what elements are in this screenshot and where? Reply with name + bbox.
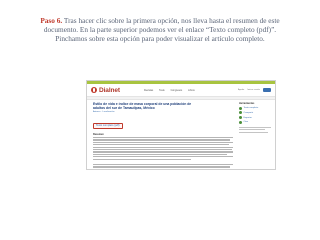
sidebar-text: [239, 126, 271, 133]
authors-line[interactable]: Autores · Localización: [93, 111, 233, 113]
text-line: [239, 131, 268, 133]
text-line: [93, 168, 233, 169]
sidebar-item[interactable]: Compartir: [239, 111, 271, 115]
text-line: [93, 144, 229, 146]
fulltext-pdf-link[interactable]: Texto completo (pdf): [93, 122, 123, 129]
dialnet-logo[interactable]: Dialnet: [91, 87, 120, 94]
nav-item[interactable]: Libros: [188, 89, 195, 92]
document-title: Estilo de vida e índice de masa corporal…: [93, 102, 192, 110]
text-line: [93, 156, 233, 158]
dialnet-screenshot: Dialnet Revistas Tesis Congresos Libros …: [86, 80, 276, 170]
caption-line-2: documento. En la parte superior podemos …: [43, 25, 277, 35]
text-line: [239, 126, 271, 129]
quote-icon: [239, 120, 242, 124]
text-line: [239, 129, 265, 131]
login-link[interactable]: Iniciar sesión: [247, 89, 260, 91]
sidebar-title: Herramientas: [239, 102, 255, 105]
help-link[interactable]: Ayuda: [238, 89, 244, 91]
nav-item[interactable]: Revistas: [144, 89, 153, 92]
sidebar-item-label: Citar: [243, 121, 249, 124]
caption-line-1: Tras hacer clic sobre la primera opción,…: [62, 16, 280, 25]
sub-navigation: [87, 96, 275, 100]
instruction-caption: Paso 6. Tras hacer clic sobre la primera…: [6, 16, 314, 44]
sidebar-item[interactable]: Texto completo: [239, 106, 271, 110]
tools-sidebar: Herramientas Texto completo Compartir Ex…: [239, 102, 271, 134]
text-line: [93, 146, 233, 148]
text-line: [93, 166, 231, 168]
search-button[interactable]: [263, 88, 271, 92]
abstract-label: Resumen: [93, 133, 104, 136]
sidebar-item-label: Exportar: [243, 116, 252, 119]
site-header: Dialnet Revistas Tesis Congresos Libros …: [87, 84, 275, 96]
share-icon: [239, 111, 242, 115]
sidebar-item[interactable]: Citar: [239, 120, 271, 124]
sidebar-item-label: Texto completo: [243, 107, 259, 109]
text-line: [93, 163, 233, 166]
top-links: Ayuda Iniciar sesión: [238, 89, 260, 91]
sidebar-item-label: Compartir: [243, 111, 254, 114]
text-line: [93, 141, 233, 144]
sidebar-item[interactable]: Exportar: [239, 116, 271, 120]
main-nav: Revistas Tesis Congresos Libros: [144, 89, 195, 92]
logo-icon: [91, 87, 97, 93]
text-line: [93, 158, 191, 160]
step-label: Paso 6.: [40, 16, 63, 25]
abstract-text: [93, 137, 233, 169]
logo-text: Dialnet: [99, 86, 120, 94]
export-icon: [239, 116, 242, 120]
nav-item[interactable]: Congresos: [171, 89, 183, 92]
nav-item[interactable]: Tesis: [159, 89, 164, 92]
text-line: [93, 137, 233, 139]
text-line: [93, 139, 231, 141]
text-line: [93, 148, 232, 151]
pdf-icon: [239, 106, 242, 110]
text-line: [93, 151, 233, 153]
document-detail: Estilo de vida e índice de masa corporal…: [93, 102, 233, 169]
text-line: [93, 153, 228, 156]
caption-line-3: Pinchamos sobre esta opción para poder v…: [55, 34, 265, 44]
